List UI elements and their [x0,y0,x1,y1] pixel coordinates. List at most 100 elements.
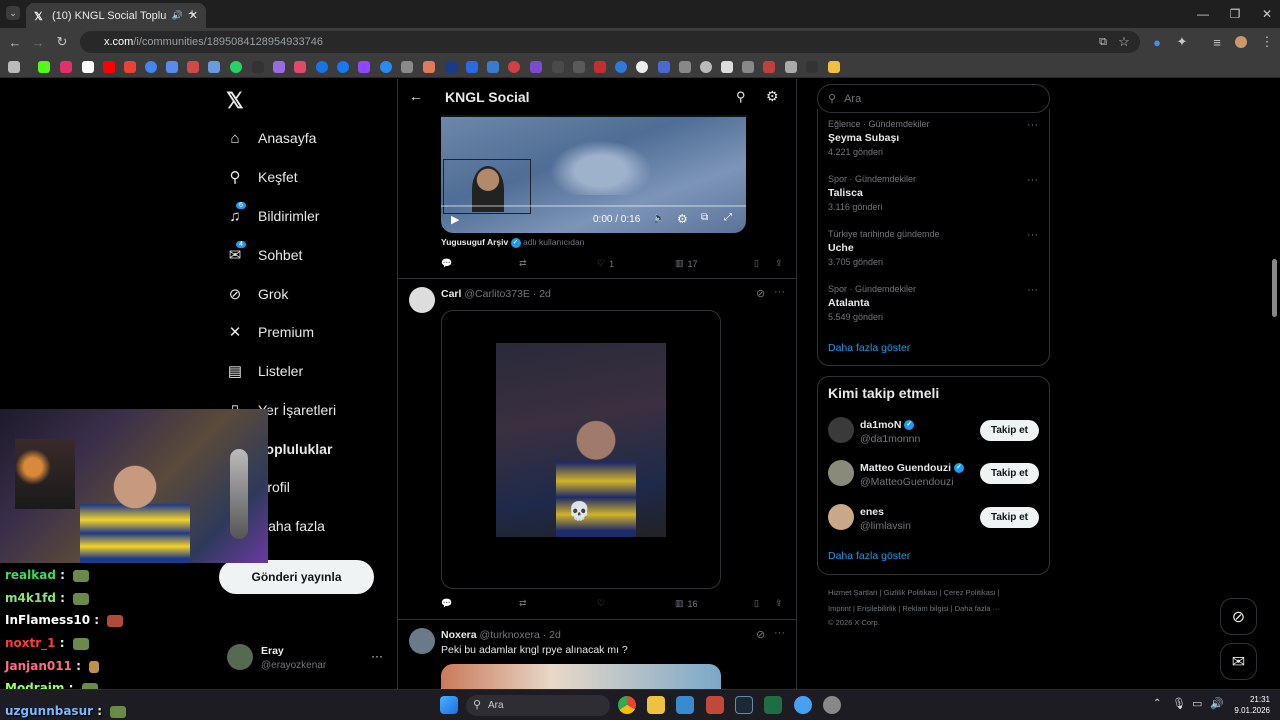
fullscreen-icon[interactable]: ⤢ [724,212,732,223]
messages-fab-icon[interactable]: ✉ [1220,643,1257,680]
reply-icon[interactable]: 💬 [441,598,452,609]
repost-icon[interactable]: ⇄ [519,598,527,609]
folder-icon[interactable] [647,696,665,714]
profile-avatar-icon[interactable] [1232,33,1250,51]
puzzle-icon[interactable]: ✦ [1173,33,1191,51]
heart-icon[interactable]: ♡ [597,598,605,609]
bookmark-site-icon[interactable] [445,61,457,73]
bookmark-site-icon[interactable] [721,61,733,73]
show-more-trends-link[interactable]: Daha fazla göster [828,342,910,354]
bookmark-site-icon[interactable] [573,61,585,73]
bookmark-site-icon[interactable] [487,61,499,73]
bookmark-site-icon[interactable] [252,61,264,73]
tweet-image[interactable] [441,664,721,689]
bookmark-site-icon[interactable] [294,61,306,73]
bookmark-icon[interactable]: ▯ [754,598,759,609]
bookmark-kick-icon[interactable] [38,61,50,73]
sidebar-item-explore[interactable]: ⚲ Keşfet [226,162,298,192]
volume-icon[interactable]: 🔊 [1210,697,1224,710]
browser-tab[interactable]: 𝕏 (10) KNGL Social Topluluk / 🔊 ✕ [26,3,206,28]
back-arrow-icon[interactable]: ← [6,33,24,51]
follow-suggestion[interactable]: Matteo Guendouzi ✓ @MatteoGuendouzi Taki… [828,460,1040,490]
steam-icon[interactable] [735,696,753,714]
forward-arrow-icon[interactable]: → [29,33,47,51]
photos-icon[interactable] [676,696,694,714]
bookmark-site-icon[interactable] [615,61,627,73]
follow-button[interactable]: Takip et [980,420,1039,441]
share-icon[interactable]: ⇪ [775,258,783,269]
browser-menu-icon[interactable]: ⋮ [1258,33,1276,51]
reply-icon[interactable]: 💬 [441,258,452,269]
bookmark-gmail-icon[interactable] [124,61,136,73]
more-dots-icon[interactable]: ··· [1027,229,1038,241]
bookmark-instagram-icon[interactable] [60,61,72,73]
credit-name[interactable]: Yugusuguf Arşiv [441,237,508,247]
start-icon[interactable] [440,696,458,714]
tweet-author[interactable]: Carl [441,288,461,300]
trend-item[interactable]: Spor · Gündemdekiler Atalanta 5.549 gönd… [828,284,1038,328]
close-window-button[interactable]: ✕ [1250,0,1280,28]
bookmark-site-icon[interactable] [700,61,712,73]
bookmark-site-icon[interactable] [658,61,670,73]
search-icon[interactable]: ⚲ [736,89,746,105]
video-settings-icon[interactable]: ⚙ [677,212,688,226]
bookmark-site-icon[interactable] [636,61,648,73]
chrome-icon[interactable] [618,696,636,714]
sidebar-item-grok[interactable]: ⊘ Grok [226,279,289,309]
bookmark-youtube-icon[interactable] [103,61,115,73]
views-button[interactable]: ▥ 17 [675,258,698,269]
apps-grid-icon[interactable] [8,61,20,73]
video-player[interactable]: ▶ 0:00 / 0:16 🔈 ⚙ ⧉ ⤢ [441,115,746,233]
more-dots-icon[interactable]: ··· [1027,174,1038,186]
bookmark-site-icon[interactable] [380,61,392,73]
tray-chevron-icon[interactable]: ⌃ [1153,698,1161,709]
more-dots-icon[interactable]: ··· [371,649,383,663]
bookmark-site-icon[interactable] [401,61,413,73]
picture-in-picture-icon[interactable]: ⧉ [701,212,708,223]
new-tab-button[interactable]: + [188,5,196,21]
bookmark-site-icon[interactable] [316,61,328,73]
bookmark-site-icon[interactable] [763,61,775,73]
like-button[interactable]: ♡ 1 [597,258,614,269]
trend-item[interactable]: Eğlence · Gündemdekiler Şeyma Subaşı 4.2… [828,119,1038,163]
more-dots-icon[interactable]: ··· [774,627,785,639]
bookmark-x-icon[interactable] [82,61,94,73]
bookmark-facebook-icon[interactable] [337,61,349,73]
taskbar-search[interactable]: ⚲ Ara [466,695,610,716]
volume-icon[interactable]: 🔈 [653,213,665,224]
app-icon[interactable] [706,696,724,714]
bookmark-google-icon[interactable] [145,61,157,73]
tweet-video[interactable]: 💀 [441,310,721,589]
sidebar-item-notifications[interactable]: ♫ 6 Bildirimler [226,201,319,231]
app-icon[interactable] [794,696,812,714]
maximize-button[interactable]: ❐ [1218,0,1252,28]
sidebar-item-home[interactable]: ⌂ Anasayfa [226,123,316,153]
system-clock[interactable]: 21:31 9.01.2026 [1230,694,1270,716]
back-arrow-icon[interactable]: ← [409,88,423,104]
follow-suggestion[interactable]: da1moN ✓ @da1monnn Takip et [828,417,1040,447]
minimize-button[interactable]: — [1186,0,1220,28]
footer-links[interactable]: Hizmet Şartları | Gizlilik Politikası | … [828,588,1000,597]
bookmark-icon[interactable]: ▯ [754,258,759,269]
mic-icon[interactable]: 🎙 [1172,697,1186,710]
more-dots-icon[interactable]: ··· [1027,284,1038,296]
bookmark-site-icon[interactable] [594,61,606,73]
avatar[interactable] [409,628,435,654]
bookmark-site-icon[interactable] [679,61,691,73]
speaker-icon[interactable]: 🔊 [172,10,183,21]
grok-icon[interactable]: ⊘ [756,628,765,641]
app-icon[interactable] [823,696,841,714]
bookmark-twitch-icon[interactable] [358,61,370,73]
bookmark-site-icon[interactable] [806,61,818,73]
follow-suggestion[interactable]: enes @limlavsin Takip et [828,504,1040,534]
bookmark-site-icon[interactable] [466,61,478,73]
show-more-follow-link[interactable]: Daha fazla göster [828,550,910,562]
bookmark-site-icon[interactable] [187,61,199,73]
account-switcher[interactable]: Eray @erayozkenar ··· [227,642,387,676]
follow-button[interactable]: Takip et [980,507,1039,528]
post-button[interactable]: Gönderi yayınla [219,560,374,594]
bookmark-site-icon[interactable] [166,61,178,73]
tab-search-button[interactable]: ⌄ [6,6,20,20]
grok-icon[interactable]: ⊘ [756,287,765,300]
reload-icon[interactable]: ↻ [53,33,71,51]
